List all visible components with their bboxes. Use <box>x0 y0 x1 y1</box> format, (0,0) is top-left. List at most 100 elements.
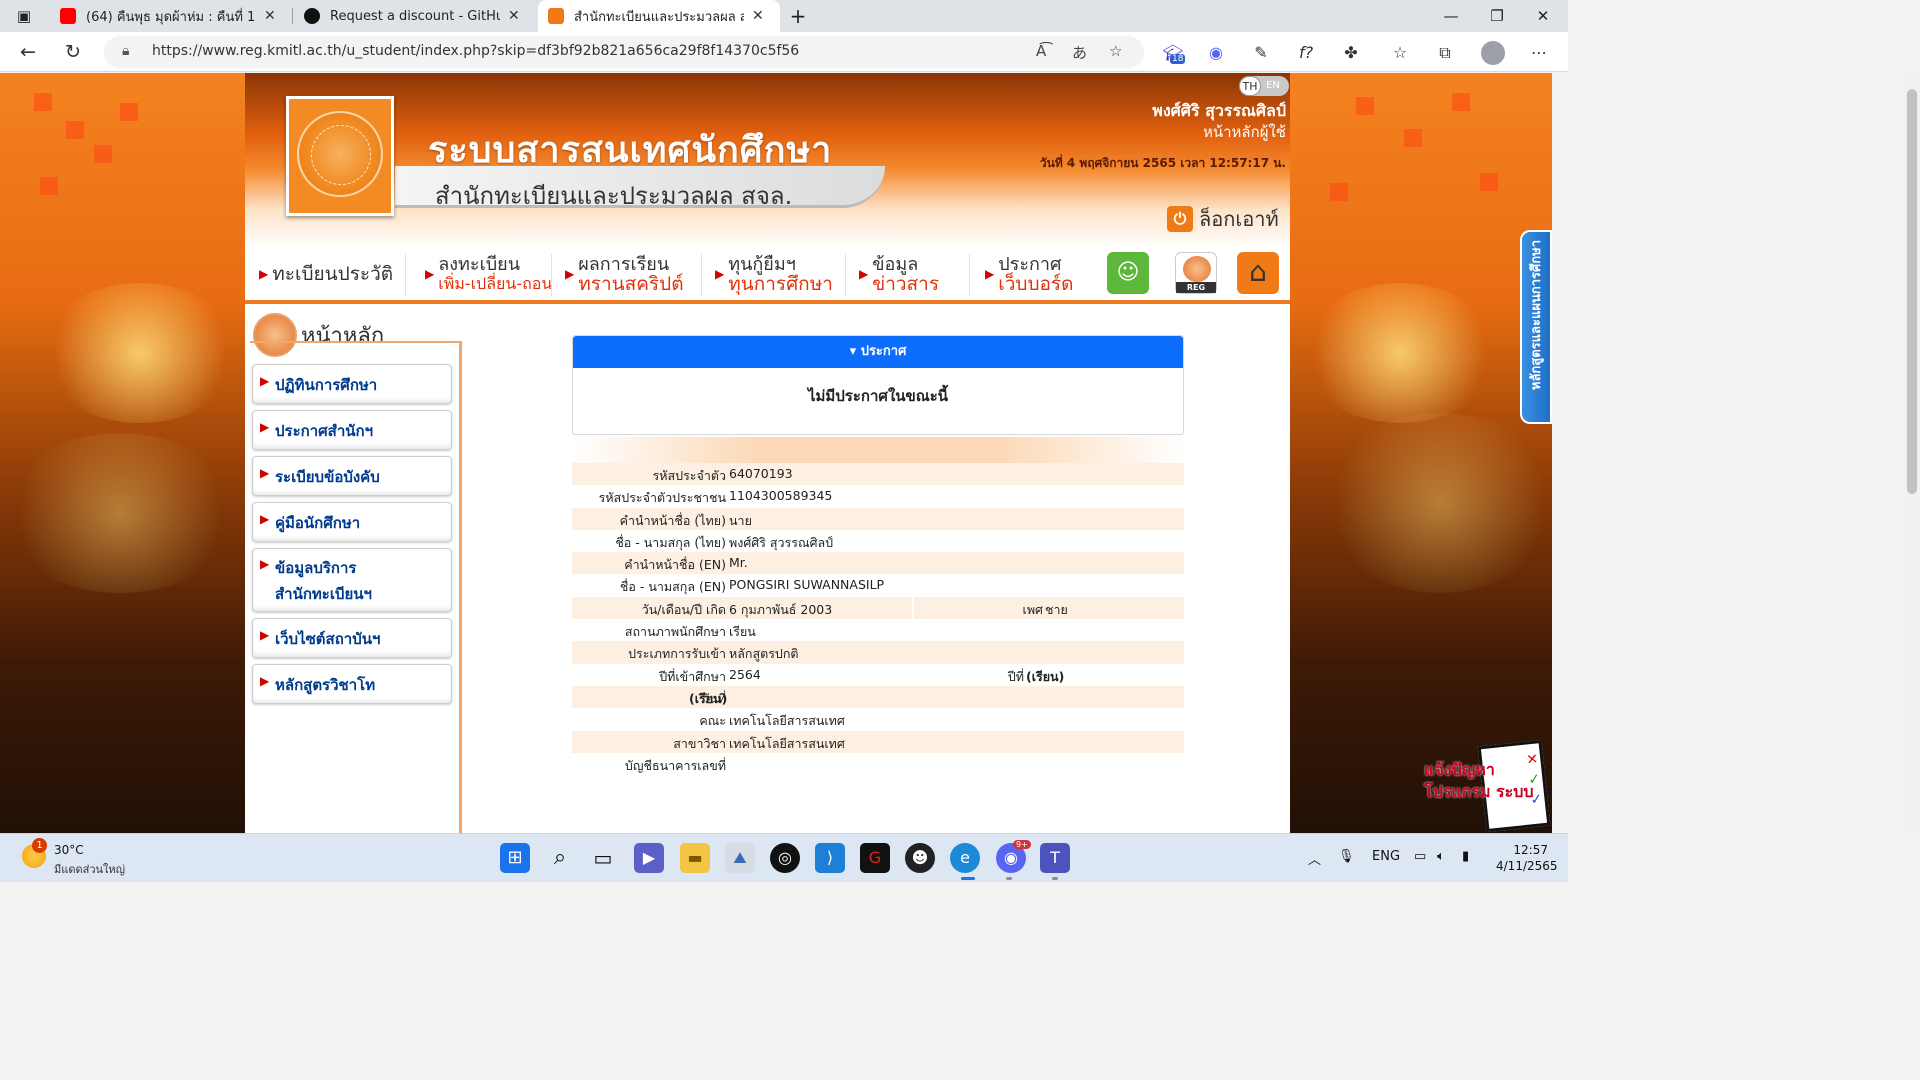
info-label: ประเภทการรับเข้า <box>628 646 726 662</box>
show-hidden-icons[interactable]: ︿ <box>1308 849 1321 868</box>
profile-avatar[interactable] <box>1481 41 1505 65</box>
discord-extension-icon[interactable]: ◉ <box>1205 42 1227 64</box>
home-icon[interactable]: ⌂ <box>1237 252 1279 294</box>
taskbar-clock[interactable]: 12:57 4/11/2565 <box>1496 842 1558 874</box>
info-value: 64070193 <box>729 466 793 481</box>
eyedropper-extension-icon[interactable]: ✎ <box>1250 42 1272 64</box>
info-label: สถานภาพนักศึกษา <box>624 624 726 640</box>
input-language[interactable]: ENG <box>1372 849 1400 864</box>
chat-teams-icon[interactable]: ▶ <box>634 843 664 873</box>
refresh-icon[interactable]: ↻ <box>59 38 87 66</box>
teams-icon[interactable]: T <box>1040 843 1070 873</box>
more-menu-icon[interactable]: ⋯ <box>1528 42 1550 64</box>
info-label: สาขาวิชา <box>673 735 726 751</box>
game-app-icon[interactable]: ☻ <box>905 843 935 873</box>
arrow-right-icon: ▶ <box>260 628 270 642</box>
add-favorite-icon[interactable]: ☆ <box>1109 42 1122 60</box>
new-tab-button[interactable]: + <box>778 0 818 32</box>
announcement-body: ไม่มีประกาศในขณะนี้ <box>807 387 949 405</box>
read-aloud-icon[interactable]: A͡ <box>1036 42 1046 60</box>
sidebar-item-label: ระเบียบข้อบังคับ <box>275 468 380 486</box>
close-tab-icon[interactable]: ✕ <box>508 8 520 24</box>
browser-tab-github[interactable]: Request a discount - GitHub Edu ✕ <box>294 0 534 32</box>
menu-item-registration[interactable]: ▶ ลงทะเบียน เพิ่ม-เปลี่ยน-ถอน <box>425 248 552 300</box>
translate-icon[interactable]: あ <box>1072 42 1087 63</box>
kmitl-logo[interactable] <box>286 96 394 216</box>
photos-icon[interactable]: ⛰ <box>725 843 755 873</box>
back-arrow-icon[interactable]: ← <box>14 38 42 66</box>
info-row: ชื่อ - นามสกุล (ไทย) พงศ์ศิริ สุวรรณศิลป… <box>572 530 1184 552</box>
sidebar-item-label: สำนักทะเบียนฯ <box>275 585 372 603</box>
menu-label: ทะเบียนประวัติ <box>272 263 394 285</box>
announcement-toggle[interactable]: ▾ ประกาศ <box>573 336 1183 368</box>
file-explorer-icon[interactable]: ▬ <box>680 843 710 873</box>
sidebar-item-announcements[interactable]: ▶ ประกาศสำนักฯ <box>252 410 452 450</box>
arrow-right-icon: ▶ <box>715 267 725 281</box>
formula-extension-icon[interactable]: f? <box>1295 42 1317 64</box>
reg-button[interactable]: REG <box>1175 252 1217 294</box>
close-window-button[interactable]: ✕ <box>1520 0 1566 32</box>
tab-actions-icon[interactable]: ▣ <box>4 0 44 32</box>
menu-label: ประกาศ <box>998 254 1062 275</box>
sidebar-item-services[interactable]: ▶ ข้อมูลบริการ สำนักทะเบียนฯ <box>252 548 452 612</box>
menu-label: ผลการเรียน <box>578 254 670 275</box>
info-value: Mr. <box>729 555 748 571</box>
user-home-link[interactable]: หน้าหลักผู้ใช้ <box>1203 120 1286 144</box>
favorites-icon[interactable]: ☆ <box>1389 42 1411 64</box>
close-tab-icon[interactable]: ✕ <box>752 8 764 24</box>
lock-icon[interactable]: 🔒︎ <box>122 43 129 59</box>
url-box[interactable]: 🔒︎ https://www.reg.kmitl.ac.th/u_student… <box>104 36 1144 68</box>
page-scrollbar[interactable] <box>1904 73 1920 833</box>
browser-tab-reg[interactable]: สำนักทะเบียนและประมวลผล สถาบันเท ✕ <box>538 0 780 32</box>
site-title: ระบบสารสนเทศนักศึกษา <box>428 130 833 171</box>
close-tab-icon[interactable]: ✕ <box>264 8 276 24</box>
network-icon[interactable]: ▭ <box>1414 849 1426 864</box>
chat-icon[interactable]: ☺ <box>1107 252 1149 294</box>
extensions-puzzle-icon[interactable]: ✤ <box>1340 42 1362 64</box>
sidebar-item-regulations[interactable]: ▶ ระเบียบข้อบังคับ <box>252 456 452 496</box>
search-icon[interactable]: ⌕ <box>545 843 575 873</box>
menu-item-profile[interactable]: ▶ ทะเบียนประวัติ <box>259 248 393 300</box>
scrollbar-thumb[interactable] <box>1907 89 1917 494</box>
student-info-table: รหัสประจำตัว 64070193 รหัสประจำตัวประชาช… <box>572 463 1184 775</box>
language-switch[interactable]: TH EN <box>1239 76 1289 96</box>
url-text[interactable]: https://www.reg.kmitl.ac.th/u_student/in… <box>152 43 799 59</box>
arrow-right-icon: ▶ <box>260 374 270 388</box>
menu-item-webboard[interactable]: ▶ ประกาศ เว็บบอร์ด <box>985 248 1073 300</box>
sidebar-item-minor[interactable]: ▶ หลักสูตรวิชาโท <box>252 664 452 704</box>
obs-icon[interactable]: ◎ <box>770 843 800 873</box>
menu-item-news[interactable]: ▶ ข้อมูล ข่าวสาร <box>859 248 939 300</box>
arrow-right-icon: ▶ <box>565 267 575 281</box>
lang-en[interactable]: EN <box>1266 76 1280 96</box>
info-row: ชื่อ - นามสกุล (EN) PONGSIRI SUWANNASILP <box>572 574 1184 596</box>
info-row: วันที่ (เรียน) <box>572 685 1184 709</box>
browser-tab-youtube[interactable]: (64) คืนพุธ มุดผ้าห่ม : คืนที่ 161 ft. ล… <box>50 0 290 32</box>
minimize-button[interactable]: — <box>1428 0 1474 32</box>
sidebar-item-label: ข้อมูลบริการ <box>275 559 357 577</box>
collections-icon[interactable]: ⧉ <box>1434 42 1456 64</box>
clock-time: 12:57 <box>1513 843 1548 857</box>
volume-icon[interactable]: 🔈︎ <box>1437 849 1445 864</box>
curriculum-side-tab[interactable]: หลักสูตรและแผนการศึกษา <box>1520 230 1552 424</box>
start-windows-icon[interactable]: ⊞ <box>500 843 530 873</box>
battery-icon[interactable]: ▮ <box>1462 849 1469 864</box>
vscode-icon[interactable]: ⟩ <box>815 843 845 873</box>
menu-item-scholarship[interactable]: ▶ ทุนกู้ยืมฯ ทุนการศึกษา <box>715 248 833 300</box>
info-value: พงศ์ศิริ สุวรรณศิลป์ <box>729 534 834 550</box>
logout-button[interactable]: ⏻ ล็อกเอาท์ <box>1167 203 1279 235</box>
restore-button[interactable]: ❐ <box>1474 0 1520 32</box>
lang-th[interactable]: TH <box>1239 76 1261 96</box>
side-tab-label: หลักสูตรและแผนการศึกษา <box>1529 240 1544 391</box>
menu-item-grades[interactable]: ▶ ผลการเรียน ทรานสคริปต์ <box>565 248 684 300</box>
info-label: ชื่อ - นามสกุล (ไทย) <box>615 534 726 550</box>
edge-icon[interactable]: e <box>950 843 980 873</box>
report-problem-widget[interactable]: ✕ ✓ ✓ แจ้งปัญหา โปรแกรม ระบบ <box>1424 739 1552 833</box>
garena-icon[interactable]: G <box>860 843 890 873</box>
tab-title: Request a discount - GitHub Edu <box>330 8 500 24</box>
sidebar-item-calendar[interactable]: ▶ ปฏิทินการศึกษา <box>252 364 452 404</box>
sidebar-item-website[interactable]: ▶ เว็บไซต์สถาบันฯ <box>252 618 452 658</box>
info-value: หลักสูตรปกติ <box>729 646 799 662</box>
mic-muted-icon[interactable]: 🎙︎ <box>1338 849 1355 864</box>
task-view-icon[interactable]: ▭ <box>588 843 618 873</box>
sidebar-item-handbook[interactable]: ▶ คู่มือนักศึกษา <box>252 502 452 542</box>
